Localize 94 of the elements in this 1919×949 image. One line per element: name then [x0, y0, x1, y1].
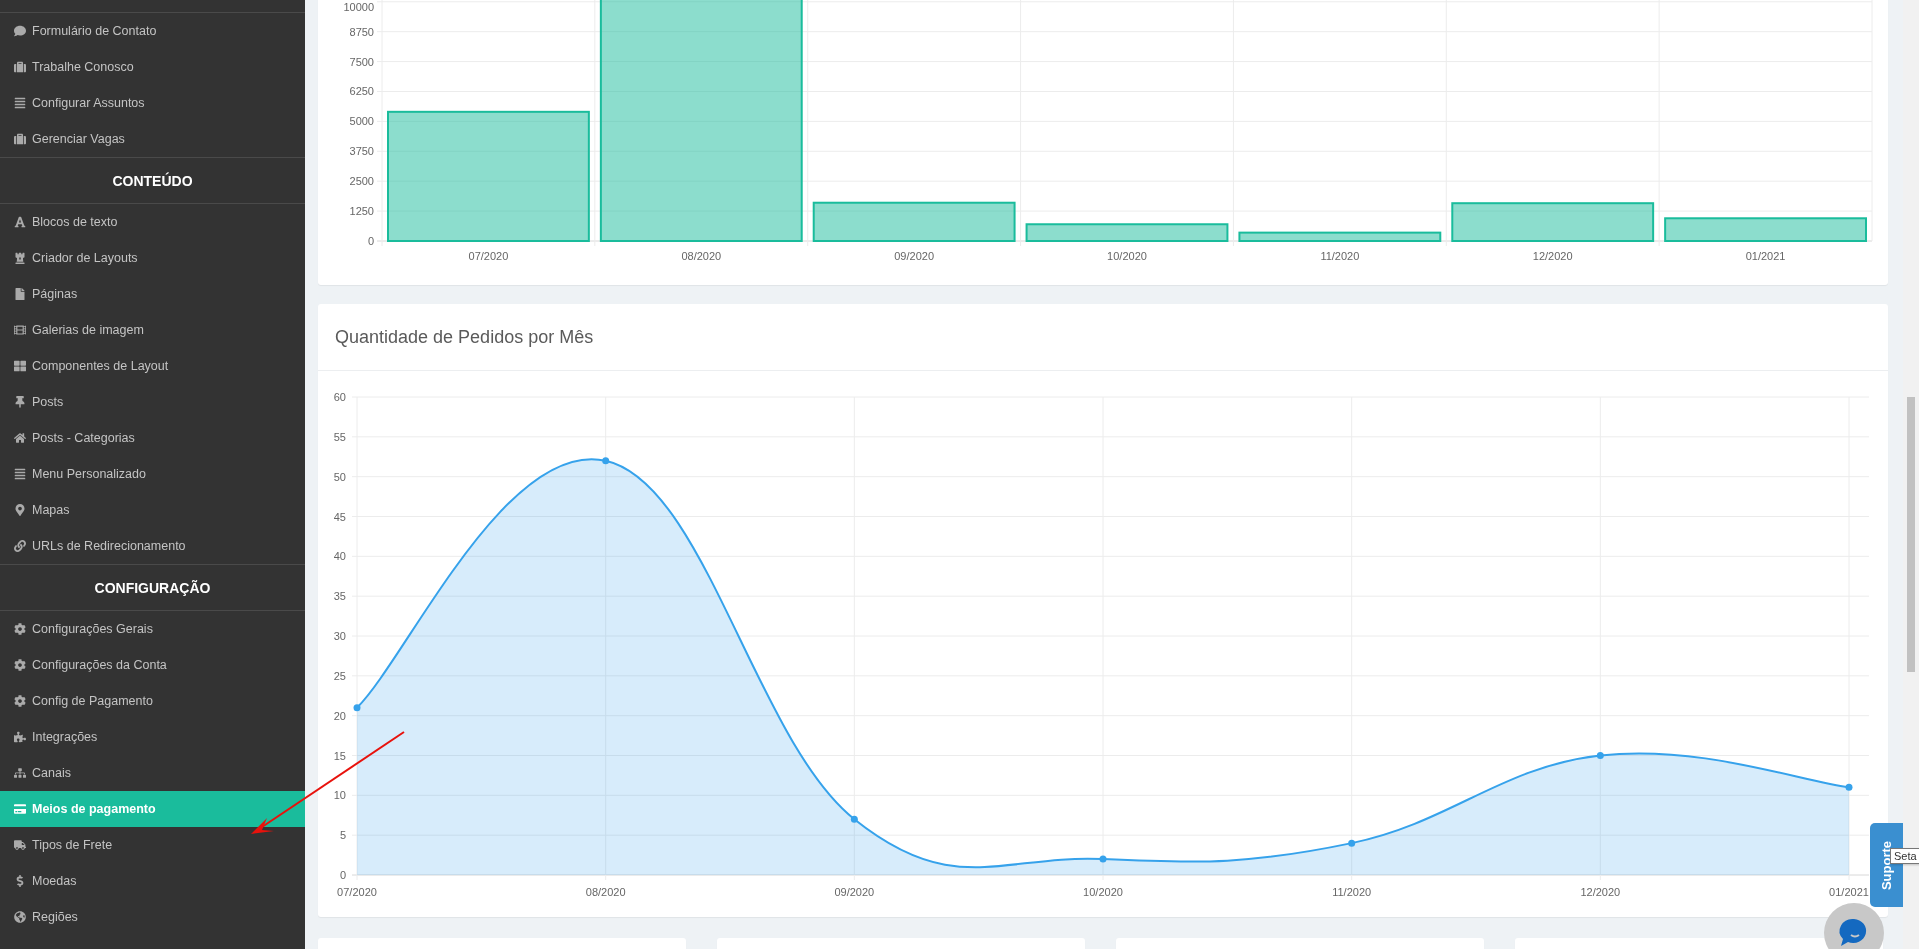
sitemap-icon	[14, 767, 26, 779]
sidebar-item[interactable]: URLs de Redirecionamento	[0, 528, 305, 564]
sidebar-item[interactable]: Integrações	[0, 719, 305, 755]
axis-label: 01/2021	[1829, 886, 1869, 898]
axis-label: 12/2020	[1532, 250, 1573, 262]
pin-icon	[14, 396, 26, 408]
sidebar-item[interactable]: Tipos de Frete	[0, 827, 305, 863]
font-icon	[14, 216, 26, 228]
axis-label: 5	[339, 829, 346, 842]
axis-label: 09/2020	[834, 886, 875, 898]
sidebar-item[interactable]: Blocos de texto	[0, 204, 305, 240]
sidebar-item[interactable]: Trabalhe Conosco	[0, 49, 305, 85]
axis-label: 01/2021	[1745, 250, 1786, 262]
link-icon	[14, 540, 26, 552]
axis-label: 10000	[343, 1, 374, 13]
sidebar-item[interactable]: Páginas	[0, 276, 305, 312]
axis-label: 11/2020	[1332, 886, 1372, 898]
axis-label: 10/2020	[1083, 886, 1123, 898]
map-marker-icon	[14, 504, 26, 516]
axis-label: 09/2020	[894, 250, 935, 262]
sidebar-item[interactable]: Gerenciar Vagas	[0, 121, 305, 157]
axis-label: 2500	[349, 175, 374, 188]
briefcase-icon	[14, 61, 26, 73]
axis-label: 50	[333, 470, 346, 483]
sidebar-item[interactable]: Posts - Categorias	[0, 420, 305, 456]
axis-label: 30	[333, 630, 346, 642]
sidebar-item[interactable]: Regiões	[0, 899, 305, 935]
axis-label: 15	[333, 749, 346, 762]
sidebar-item[interactable]: Menu Personalizado	[0, 456, 305, 492]
axis-label: 45	[333, 510, 346, 523]
axis-label: 1250	[349, 205, 374, 218]
home-icon	[14, 432, 26, 444]
data-point	[353, 704, 361, 712]
axis-label: 6250	[349, 85, 374, 98]
section-heading: CONFIGURAÇÃO	[0, 565, 305, 611]
axis-label: 35	[333, 590, 346, 603]
sidebar-item[interactable]: Componentes de Layout	[0, 348, 305, 384]
sidebar-item[interactable]: Moedas	[0, 863, 305, 899]
axis-label: 10	[333, 789, 346, 802]
sidebar-item[interactable]: Posts	[0, 384, 305, 420]
axis-label: 0	[367, 235, 374, 247]
axis-label: 8750	[349, 25, 374, 38]
dollar-icon	[14, 875, 26, 887]
section-heading: CONTEÚDO	[0, 158, 305, 204]
axis-label: 60	[333, 391, 346, 403]
sidebar-item[interactable]: Configurações da Conta	[0, 647, 305, 683]
axis-label: 7500	[349, 55, 374, 68]
sidebar-item[interactable]: Config de Pagamento	[0, 683, 305, 719]
comment-icon	[14, 25, 26, 37]
sidebar-item[interactable]: Formulário de Contato	[0, 13, 305, 49]
tooltip: Seta	[1890, 848, 1919, 864]
data-point	[1596, 752, 1604, 759]
globe-icon	[14, 911, 26, 923]
axis-label: 11/2020	[1320, 250, 1360, 262]
data-point	[1099, 855, 1107, 863]
data-point	[1845, 783, 1853, 791]
briefcase-icon	[14, 133, 26, 145]
axis-label: 25	[333, 669, 346, 682]
credit-card-icon	[14, 803, 26, 815]
data-point	[850, 815, 858, 823]
sidebar-item[interactable]: Canais	[0, 755, 305, 791]
sidebar-item[interactable]: Configurar Assuntos	[0, 85, 305, 121]
truck-icon	[14, 839, 26, 851]
axis-label: 08/2020	[681, 250, 722, 262]
scrollbar-thumb[interactable]	[1907, 397, 1915, 672]
chat-button[interactable]	[1823, 902, 1885, 949]
puzzle-icon	[14, 731, 26, 743]
data-point	[602, 457, 610, 465]
settings-icon	[14, 695, 26, 707]
axis-label: 55	[333, 430, 346, 443]
axis-label: 40	[333, 550, 346, 563]
sidebar-item[interactable]: Configurações Gerais	[0, 611, 305, 647]
list-icon	[14, 97, 26, 109]
axis-label: 5000	[349, 115, 374, 128]
film-icon	[14, 324, 26, 336]
sidebar-item[interactable]: Galerias de imagem	[0, 312, 305, 348]
rook-icon	[14, 252, 26, 264]
axis-label: 07/2020	[337, 886, 377, 898]
axis-label: 12/2020	[1580, 886, 1621, 898]
axis-label: 07/2020	[468, 250, 509, 262]
file-icon	[14, 288, 26, 300]
grid-icon	[14, 360, 26, 372]
axis-label: 0	[339, 869, 346, 881]
settings-icon	[14, 659, 26, 671]
sidebar-item[interactable]: Mapas	[0, 492, 305, 528]
axis-label: 08/2020	[585, 886, 626, 898]
data-point	[1348, 839, 1356, 847]
sidebar-item[interactable]: Criador de Layouts	[0, 240, 305, 276]
chart-title: Quantidade de Pedidos por Mês	[335, 326, 594, 348]
axis-label: 10/2020	[1107, 250, 1147, 262]
axis-label: 20	[333, 709, 346, 722]
axis-label: 3750	[349, 145, 374, 158]
list-icon	[14, 468, 26, 480]
settings-icon	[14, 623, 26, 635]
